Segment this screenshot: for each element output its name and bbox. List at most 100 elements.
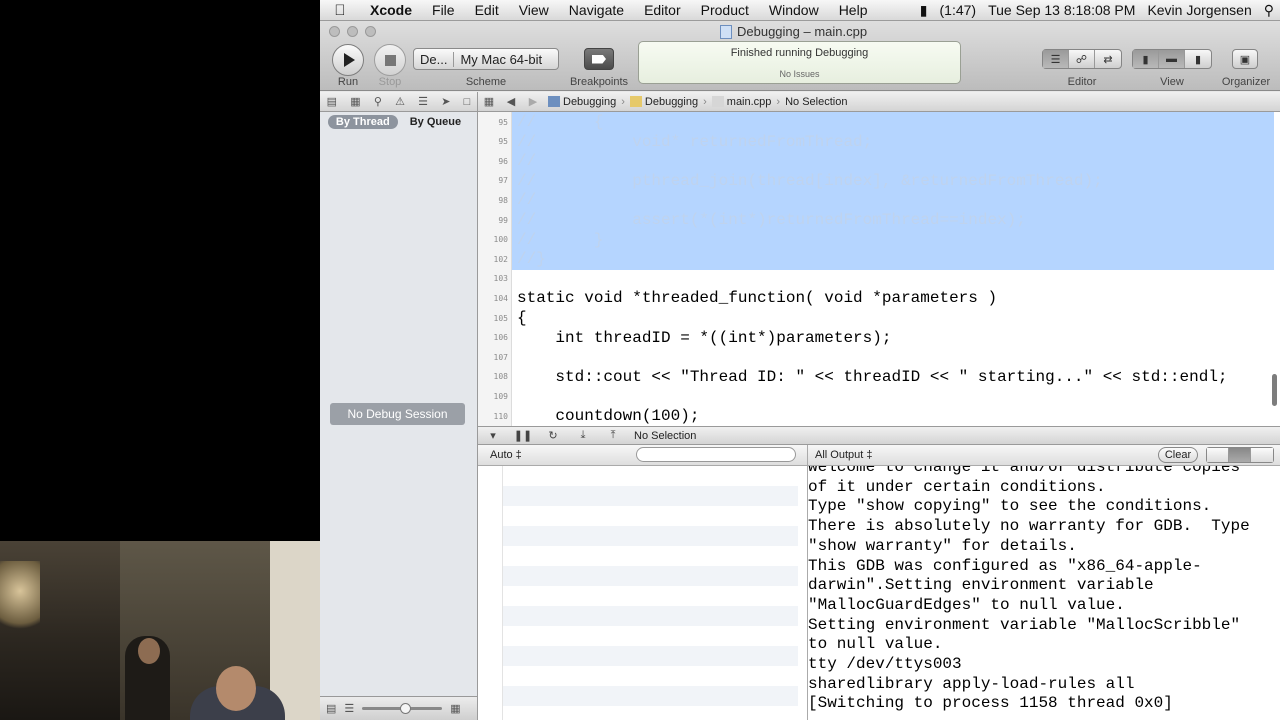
- battery-icon[interactable]: ▮: [914, 2, 934, 19]
- breakpoints-button[interactable]: [584, 48, 614, 70]
- debug-area-toggle-icon[interactable]: ▬: [1159, 50, 1185, 68]
- pause-icon[interactable]: ❚❚: [508, 429, 538, 442]
- breadcrumb-symbol[interactable]: No Selection: [781, 96, 851, 108]
- code-area[interactable]: 95// {95// void* returnedFromThread; 96//…: [494, 112, 1280, 426]
- slider-knob[interactable]: [400, 703, 412, 714]
- code-line[interactable]: 100 // }: [494, 230, 1280, 250]
- source-editor[interactable]: 95// {95// void* returnedFromThread; 96//…: [478, 112, 1280, 426]
- menu-view[interactable]: View: [509, 2, 559, 18]
- show-variables-icon[interactable]: [1207, 448, 1229, 462]
- project-navigator-icon[interactable]: ▤: [327, 95, 337, 108]
- step-out-icon[interactable]: ⤒: [598, 429, 628, 442]
- menubar-clock[interactable]: Tue Sep 13 8:18:08 PM: [982, 2, 1141, 18]
- line-number: 100: [493, 235, 508, 245]
- code-line[interactable]: 107: [494, 347, 1280, 367]
- code-text: static void *threaded_function( void *pa…: [517, 289, 998, 308]
- code-line[interactable]: 103: [494, 269, 1280, 289]
- menu-product[interactable]: Product: [691, 2, 759, 18]
- breadcrumb-project[interactable]: Debugging: [544, 96, 620, 108]
- tab-by-thread[interactable]: By Thread: [327, 115, 398, 129]
- line-number: 109: [493, 391, 508, 401]
- search-navigator-icon[interactable]: ⚲: [374, 95, 382, 108]
- close-window-button[interactable]: [329, 26, 340, 37]
- clear-console-button[interactable]: Clear: [1158, 447, 1198, 463]
- console-line: Setting environment variable "MallocScri…: [808, 615, 1241, 634]
- code-line[interactable]: 96 //: [498, 151, 1280, 171]
- forward-arrow-icon[interactable]: ▶: [522, 95, 544, 108]
- tab-by-queue[interactable]: By Queue: [402, 115, 469, 129]
- console-output[interactable]: welcome to change it and/or distribute c…: [808, 466, 1280, 720]
- variables-row-stripe: [503, 606, 798, 626]
- code-text: {: [517, 309, 527, 327]
- code-line[interactable]: 106 int threadID = *((int*)parameters);: [494, 328, 1280, 348]
- standard-editor-icon[interactable]: ☰: [1043, 50, 1069, 68]
- breadcrumb-group[interactable]: Debugging: [626, 96, 702, 108]
- code-line[interactable]: 95 // void* returnedFromThread;: [498, 132, 1280, 152]
- editor-scrollbar[interactable]: [1272, 112, 1278, 426]
- breadcrumb-file[interactable]: main.cpp: [708, 96, 776, 108]
- menu-help[interactable]: Help: [829, 2, 878, 18]
- code-line[interactable]: 108 std::cout << "Thread ID: " << thread…: [494, 367, 1280, 387]
- debug-location[interactable]: No Selection: [628, 430, 696, 442]
- scheme-popup[interactable]: De... My Mac 64-bit: [413, 48, 559, 70]
- issue-navigator-icon[interactable]: ⚠: [395, 95, 405, 108]
- no-debug-session-label: No Debug Session: [330, 403, 465, 425]
- variables-scope-popup[interactable]: Auto ‡: [490, 449, 522, 461]
- menu-edit[interactable]: Edit: [465, 2, 509, 18]
- desktop-background: [0, 0, 320, 720]
- stack-compression-slider[interactable]: [362, 703, 443, 714]
- organizer-button[interactable]: ▣: [1232, 49, 1258, 69]
- filter-threads-icon[interactable]: ▤: [326, 702, 336, 715]
- menu-editor[interactable]: Editor: [634, 2, 691, 18]
- code-line[interactable]: 110 countdown(100);: [494, 406, 1280, 426]
- code-line[interactable]: 109: [494, 386, 1280, 406]
- menu-window[interactable]: Window: [759, 2, 829, 18]
- hide-debug-area-icon[interactable]: ▾: [478, 429, 508, 442]
- code-line[interactable]: 99 // assert(*(int*)returnedFromThread==i…: [498, 210, 1280, 230]
- menu-file[interactable]: File: [422, 2, 465, 18]
- code-line[interactable]: 105 {: [494, 308, 1280, 328]
- step-into-icon[interactable]: ⤓: [568, 429, 598, 442]
- related-files-icon[interactable]: ▦: [478, 95, 500, 108]
- full-stack-icon[interactable]: ▦: [450, 702, 460, 715]
- assistant-editor-icon[interactable]: ☍: [1069, 50, 1095, 68]
- show-console-icon[interactable]: [1251, 448, 1273, 462]
- symbol-navigator-icon[interactable]: ▦: [350, 95, 360, 108]
- menu-navigate[interactable]: Navigate: [559, 2, 634, 18]
- code-line[interactable]: 104 static void *threaded_function( void …: [494, 288, 1280, 308]
- organizer-icon: ▣: [1239, 53, 1251, 66]
- activity-issues[interactable]: No Issues: [639, 69, 960, 79]
- show-both-icon[interactable]: [1229, 448, 1251, 462]
- xcode-screen:  Xcode File Edit View Navigate Editor P…: [320, 0, 1280, 720]
- breakpoint-navigator-icon[interactable]: ➤: [441, 95, 450, 108]
- editor-scroll-thumb[interactable]: [1272, 374, 1277, 406]
- play-icon: [344, 53, 355, 67]
- utilities-toggle-icon[interactable]: ▮: [1185, 50, 1211, 68]
- code-text: countdown(100);: [517, 407, 700, 425]
- menubar-user[interactable]: Kevin Jorgensen: [1141, 2, 1257, 18]
- minimize-window-button[interactable]: [347, 26, 358, 37]
- webcam-person-front-head: [216, 666, 256, 711]
- step-over-icon[interactable]: ↻: [538, 429, 568, 442]
- spotlight-search-icon[interactable]: ⚲: [1258, 2, 1280, 19]
- code-line[interactable]: 97 // pthread_join(thread[index], &return…: [498, 171, 1280, 191]
- list-icon[interactable]: ☰: [344, 702, 354, 715]
- battery-time: (1:47): [939, 2, 977, 18]
- debug-navigator-icon[interactable]: ☰: [418, 95, 428, 108]
- run-button[interactable]: [332, 44, 364, 76]
- navigator-toggle-icon[interactable]: ▮: [1133, 50, 1159, 68]
- apple-menu-icon[interactable]: : [320, 2, 360, 19]
- variables-view[interactable]: [478, 466, 808, 720]
- log-navigator-icon[interactable]: □: [464, 96, 471, 108]
- code-line[interactable]: 95 // {: [498, 112, 1280, 132]
- code-line[interactable]: 98 //: [498, 190, 1280, 210]
- code-line[interactable]: 102 //}: [494, 249, 1280, 269]
- variables-search-input[interactable]: [636, 447, 796, 462]
- console-output-filter[interactable]: All Output ‡: [815, 449, 872, 461]
- back-arrow-icon[interactable]: ◀: [500, 95, 522, 108]
- menu-app-name[interactable]: Xcode: [360, 2, 422, 18]
- version-editor-icon[interactable]: ⇄: [1095, 50, 1121, 68]
- zoom-window-button[interactable]: [365, 26, 376, 37]
- stop-button[interactable]: [374, 44, 406, 76]
- console-line: There is absolutely no warranty for GDB.…: [808, 517, 1250, 536]
